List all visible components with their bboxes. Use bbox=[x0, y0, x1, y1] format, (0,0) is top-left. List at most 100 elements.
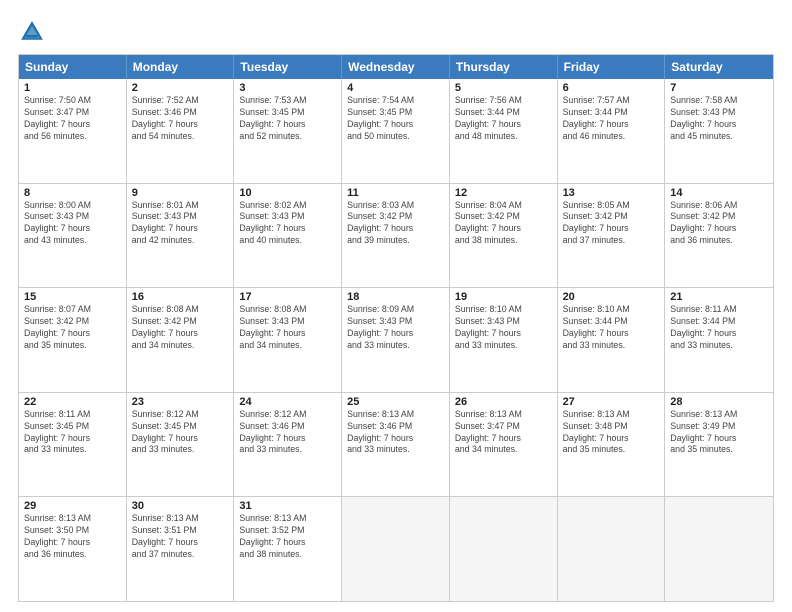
day-info: Sunrise: 7:53 AM Sunset: 3:45 PM Dayligh… bbox=[239, 95, 336, 143]
header-day-sunday: Sunday bbox=[19, 55, 127, 79]
header-day-tuesday: Tuesday bbox=[234, 55, 342, 79]
day-number: 29 bbox=[24, 500, 121, 512]
day-info: Sunrise: 8:11 AM Sunset: 3:44 PM Dayligh… bbox=[670, 304, 768, 352]
day-number: 10 bbox=[239, 187, 336, 199]
day-info: Sunrise: 8:06 AM Sunset: 3:42 PM Dayligh… bbox=[670, 200, 768, 248]
calendar-cell: 29Sunrise: 8:13 AM Sunset: 3:50 PM Dayli… bbox=[19, 497, 127, 601]
day-number: 15 bbox=[24, 291, 121, 303]
calendar-cell bbox=[558, 497, 666, 601]
calendar-cell: 6Sunrise: 7:57 AM Sunset: 3:44 PM Daylig… bbox=[558, 79, 666, 183]
header-day-thursday: Thursday bbox=[450, 55, 558, 79]
day-number: 12 bbox=[455, 187, 552, 199]
day-number: 11 bbox=[347, 187, 444, 199]
day-info: Sunrise: 8:12 AM Sunset: 3:45 PM Dayligh… bbox=[132, 409, 229, 457]
day-number: 13 bbox=[563, 187, 660, 199]
calendar-cell: 25Sunrise: 8:13 AM Sunset: 3:46 PM Dayli… bbox=[342, 393, 450, 497]
day-number: 24 bbox=[239, 396, 336, 408]
day-number: 7 bbox=[670, 82, 768, 94]
day-number: 3 bbox=[239, 82, 336, 94]
day-number: 28 bbox=[670, 396, 768, 408]
header-day-saturday: Saturday bbox=[665, 55, 773, 79]
calendar-cell bbox=[665, 497, 773, 601]
day-info: Sunrise: 8:13 AM Sunset: 3:51 PM Dayligh… bbox=[132, 513, 229, 561]
day-info: Sunrise: 8:00 AM Sunset: 3:43 PM Dayligh… bbox=[24, 200, 121, 248]
calendar-cell: 16Sunrise: 8:08 AM Sunset: 3:42 PM Dayli… bbox=[127, 288, 235, 392]
calendar-cell bbox=[450, 497, 558, 601]
calendar-cell: 2Sunrise: 7:52 AM Sunset: 3:46 PM Daylig… bbox=[127, 79, 235, 183]
calendar-header: SundayMondayTuesdayWednesdayThursdayFrid… bbox=[19, 55, 773, 79]
day-number: 30 bbox=[132, 500, 229, 512]
day-number: 31 bbox=[239, 500, 336, 512]
day-info: Sunrise: 8:03 AM Sunset: 3:42 PM Dayligh… bbox=[347, 200, 444, 248]
calendar-cell: 14Sunrise: 8:06 AM Sunset: 3:42 PM Dayli… bbox=[665, 184, 773, 288]
day-number: 4 bbox=[347, 82, 444, 94]
calendar-row: 22Sunrise: 8:11 AM Sunset: 3:45 PM Dayli… bbox=[19, 392, 773, 497]
calendar-row: 1Sunrise: 7:50 AM Sunset: 3:47 PM Daylig… bbox=[19, 79, 773, 183]
day-info: Sunrise: 8:08 AM Sunset: 3:42 PM Dayligh… bbox=[132, 304, 229, 352]
calendar-cell: 23Sunrise: 8:12 AM Sunset: 3:45 PM Dayli… bbox=[127, 393, 235, 497]
day-number: 2 bbox=[132, 82, 229, 94]
day-info: Sunrise: 7:50 AM Sunset: 3:47 PM Dayligh… bbox=[24, 95, 121, 143]
header-day-friday: Friday bbox=[558, 55, 666, 79]
day-info: Sunrise: 8:13 AM Sunset: 3:47 PM Dayligh… bbox=[455, 409, 552, 457]
day-info: Sunrise: 7:57 AM Sunset: 3:44 PM Dayligh… bbox=[563, 95, 660, 143]
day-info: Sunrise: 8:09 AM Sunset: 3:43 PM Dayligh… bbox=[347, 304, 444, 352]
calendar-cell: 26Sunrise: 8:13 AM Sunset: 3:47 PM Dayli… bbox=[450, 393, 558, 497]
calendar-cell: 4Sunrise: 7:54 AM Sunset: 3:45 PM Daylig… bbox=[342, 79, 450, 183]
day-info: Sunrise: 8:13 AM Sunset: 3:48 PM Dayligh… bbox=[563, 409, 660, 457]
day-number: 9 bbox=[132, 187, 229, 199]
day-info: Sunrise: 8:13 AM Sunset: 3:52 PM Dayligh… bbox=[239, 513, 336, 561]
day-number: 8 bbox=[24, 187, 121, 199]
day-number: 17 bbox=[239, 291, 336, 303]
calendar-cell: 30Sunrise: 8:13 AM Sunset: 3:51 PM Dayli… bbox=[127, 497, 235, 601]
day-number: 20 bbox=[563, 291, 660, 303]
day-info: Sunrise: 8:12 AM Sunset: 3:46 PM Dayligh… bbox=[239, 409, 336, 457]
day-number: 18 bbox=[347, 291, 444, 303]
calendar: SundayMondayTuesdayWednesdayThursdayFrid… bbox=[18, 54, 774, 602]
day-info: Sunrise: 8:13 AM Sunset: 3:49 PM Dayligh… bbox=[670, 409, 768, 457]
day-number: 26 bbox=[455, 396, 552, 408]
calendar-cell: 28Sunrise: 8:13 AM Sunset: 3:49 PM Dayli… bbox=[665, 393, 773, 497]
day-number: 5 bbox=[455, 82, 552, 94]
day-info: Sunrise: 8:10 AM Sunset: 3:43 PM Dayligh… bbox=[455, 304, 552, 352]
calendar-cell: 1Sunrise: 7:50 AM Sunset: 3:47 PM Daylig… bbox=[19, 79, 127, 183]
day-info: Sunrise: 7:56 AM Sunset: 3:44 PM Dayligh… bbox=[455, 95, 552, 143]
day-info: Sunrise: 8:04 AM Sunset: 3:42 PM Dayligh… bbox=[455, 200, 552, 248]
calendar-cell: 24Sunrise: 8:12 AM Sunset: 3:46 PM Dayli… bbox=[234, 393, 342, 497]
calendar-cell: 27Sunrise: 8:13 AM Sunset: 3:48 PM Dayli… bbox=[558, 393, 666, 497]
calendar-cell: 21Sunrise: 8:11 AM Sunset: 3:44 PM Dayli… bbox=[665, 288, 773, 392]
calendar-row: 15Sunrise: 8:07 AM Sunset: 3:42 PM Dayli… bbox=[19, 287, 773, 392]
calendar-cell: 13Sunrise: 8:05 AM Sunset: 3:42 PM Dayli… bbox=[558, 184, 666, 288]
calendar-cell: 22Sunrise: 8:11 AM Sunset: 3:45 PM Dayli… bbox=[19, 393, 127, 497]
day-info: Sunrise: 8:13 AM Sunset: 3:50 PM Dayligh… bbox=[24, 513, 121, 561]
calendar-cell: 20Sunrise: 8:10 AM Sunset: 3:44 PM Dayli… bbox=[558, 288, 666, 392]
calendar-cell: 15Sunrise: 8:07 AM Sunset: 3:42 PM Dayli… bbox=[19, 288, 127, 392]
header bbox=[18, 18, 774, 46]
calendar-cell: 18Sunrise: 8:09 AM Sunset: 3:43 PM Dayli… bbox=[342, 288, 450, 392]
calendar-row: 8Sunrise: 8:00 AM Sunset: 3:43 PM Daylig… bbox=[19, 183, 773, 288]
calendar-body: 1Sunrise: 7:50 AM Sunset: 3:47 PM Daylig… bbox=[19, 79, 773, 601]
day-info: Sunrise: 8:11 AM Sunset: 3:45 PM Dayligh… bbox=[24, 409, 121, 457]
day-number: 14 bbox=[670, 187, 768, 199]
day-number: 23 bbox=[132, 396, 229, 408]
calendar-cell bbox=[342, 497, 450, 601]
day-number: 27 bbox=[563, 396, 660, 408]
calendar-row: 29Sunrise: 8:13 AM Sunset: 3:50 PM Dayli… bbox=[19, 496, 773, 601]
day-info: Sunrise: 7:52 AM Sunset: 3:46 PM Dayligh… bbox=[132, 95, 229, 143]
day-info: Sunrise: 8:05 AM Sunset: 3:42 PM Dayligh… bbox=[563, 200, 660, 248]
calendar-cell: 3Sunrise: 7:53 AM Sunset: 3:45 PM Daylig… bbox=[234, 79, 342, 183]
day-number: 25 bbox=[347, 396, 444, 408]
day-number: 21 bbox=[670, 291, 768, 303]
calendar-cell: 5Sunrise: 7:56 AM Sunset: 3:44 PM Daylig… bbox=[450, 79, 558, 183]
day-info: Sunrise: 8:08 AM Sunset: 3:43 PM Dayligh… bbox=[239, 304, 336, 352]
logo bbox=[18, 18, 50, 46]
day-number: 22 bbox=[24, 396, 121, 408]
day-info: Sunrise: 8:13 AM Sunset: 3:46 PM Dayligh… bbox=[347, 409, 444, 457]
day-info: Sunrise: 7:54 AM Sunset: 3:45 PM Dayligh… bbox=[347, 95, 444, 143]
calendar-cell: 12Sunrise: 8:04 AM Sunset: 3:42 PM Dayli… bbox=[450, 184, 558, 288]
day-number: 1 bbox=[24, 82, 121, 94]
day-number: 6 bbox=[563, 82, 660, 94]
day-info: Sunrise: 7:58 AM Sunset: 3:43 PM Dayligh… bbox=[670, 95, 768, 143]
header-day-monday: Monday bbox=[127, 55, 235, 79]
calendar-cell: 8Sunrise: 8:00 AM Sunset: 3:43 PM Daylig… bbox=[19, 184, 127, 288]
